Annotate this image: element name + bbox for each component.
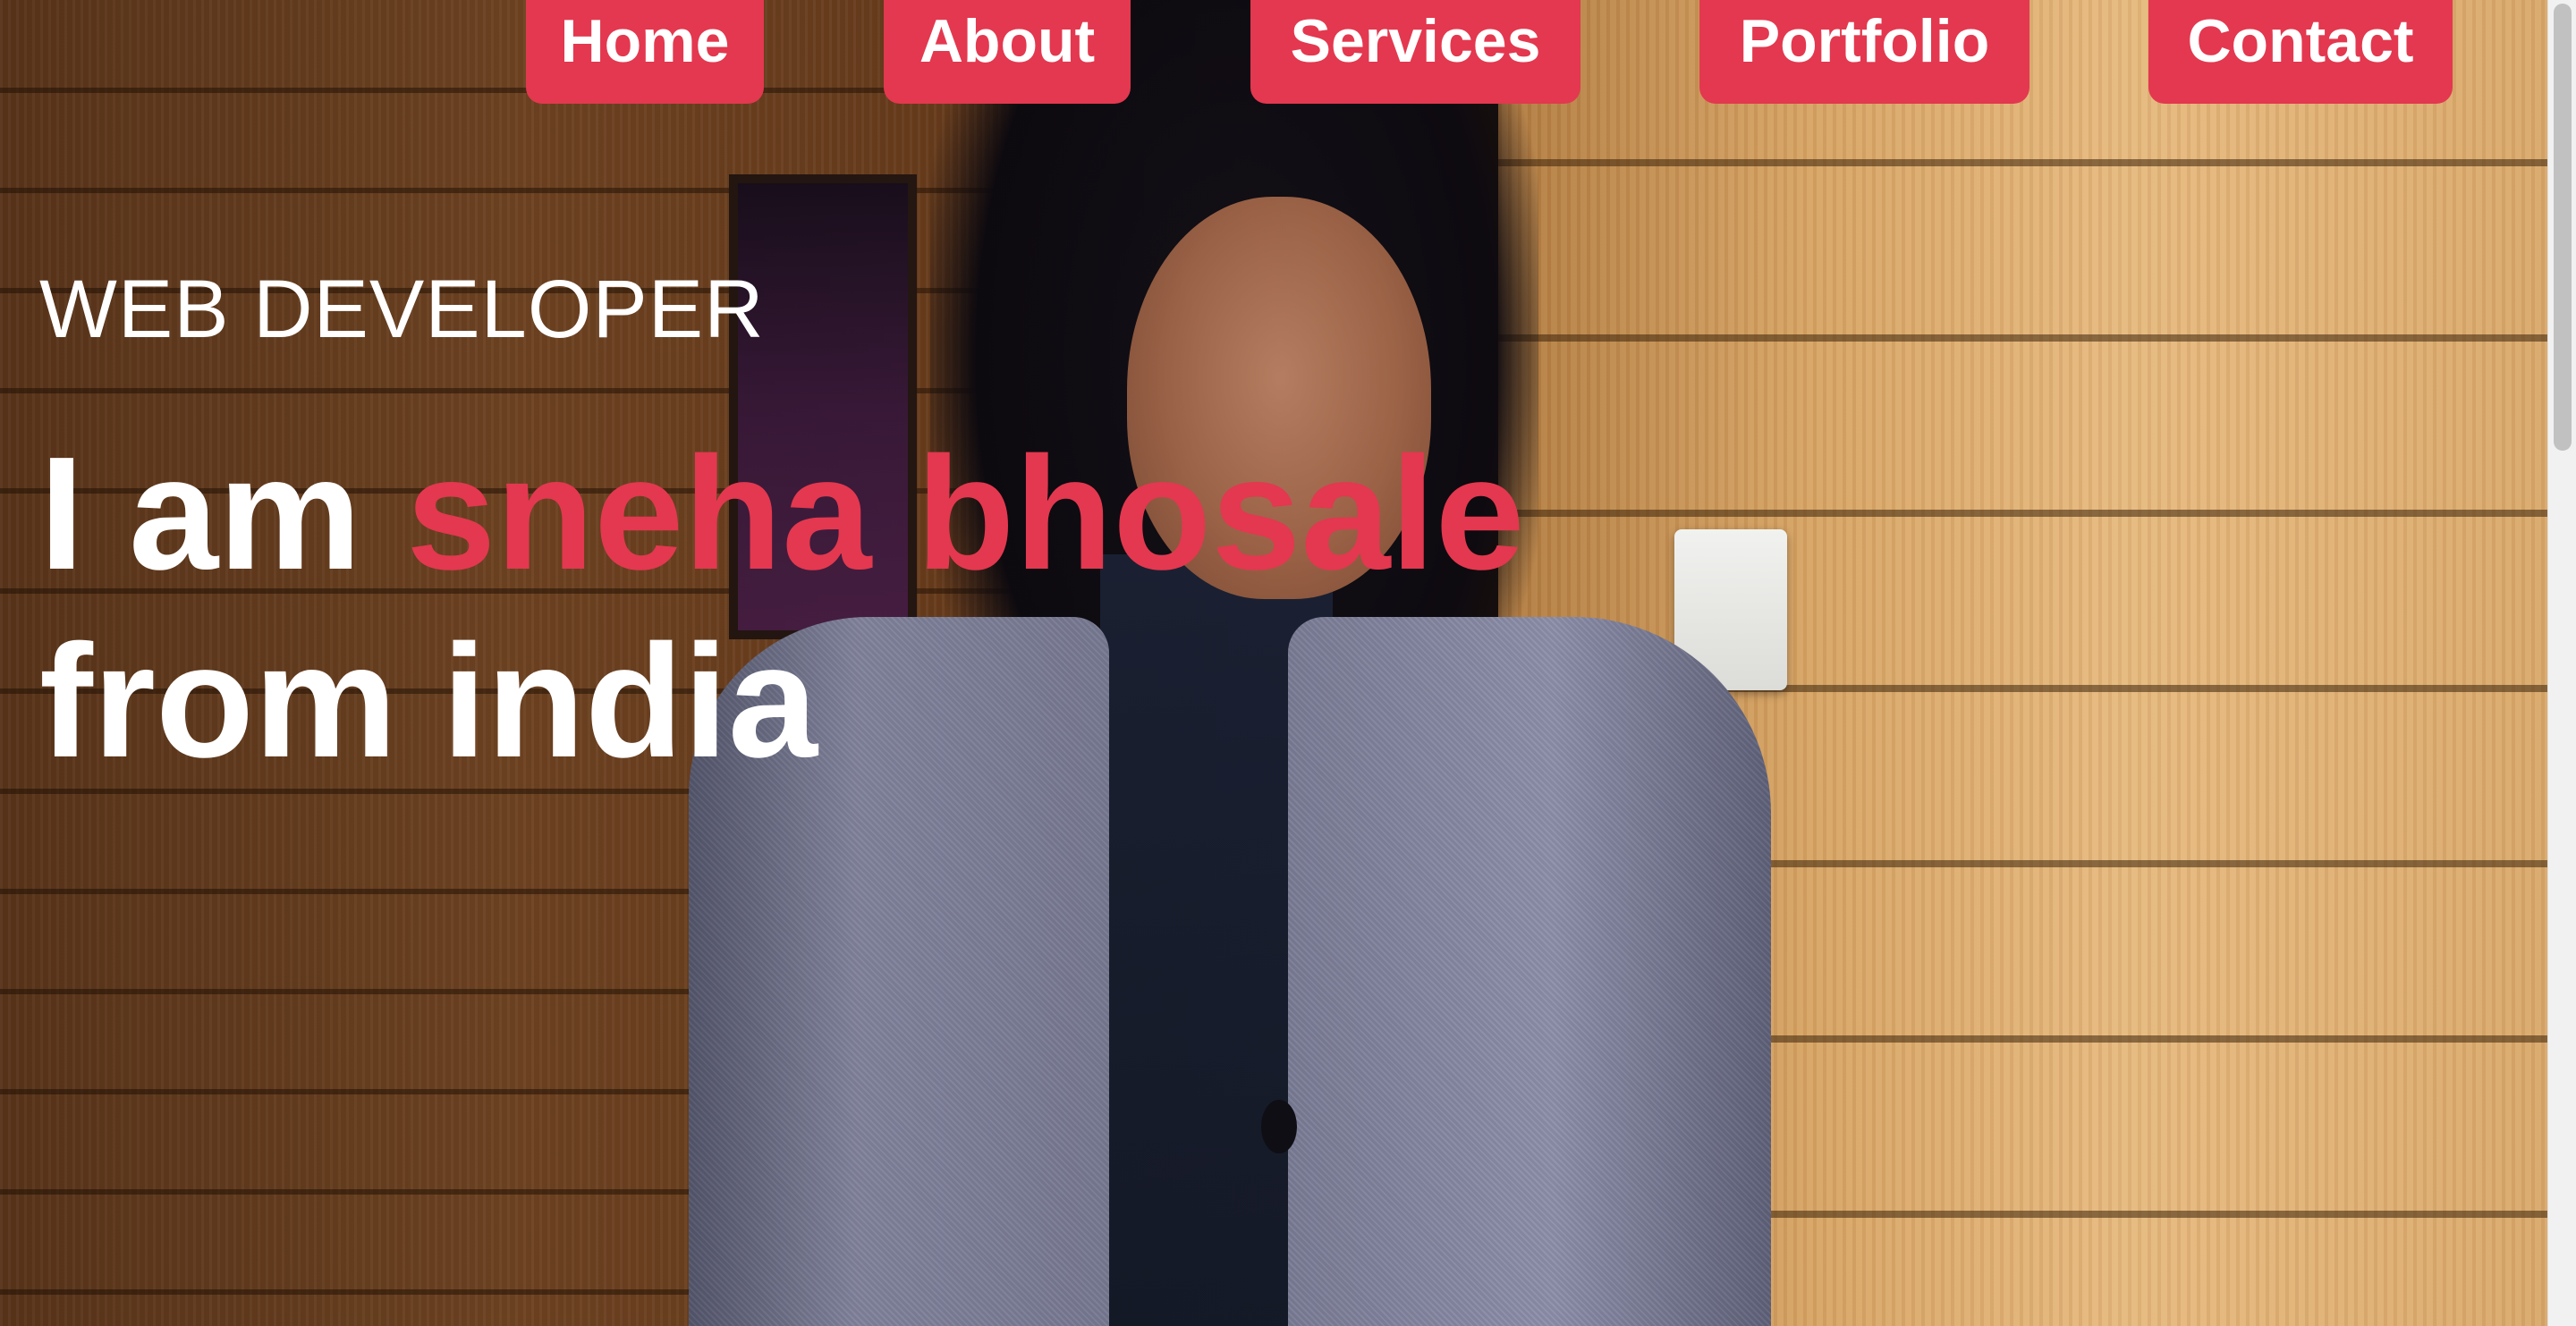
nav-home-button[interactable]: Home (526, 0, 764, 104)
main-navigation: Home About Services Portfolio Contact (0, 0, 2547, 107)
hero-intro-prefix: I am (39, 424, 407, 604)
nav-services-button[interactable]: Services (1250, 0, 1580, 104)
hero-intro-suffix: from india (39, 612, 818, 791)
nav-about-button[interactable]: About (884, 0, 1131, 104)
hero-role: WEB DEVELOPER (39, 264, 765, 355)
scrollbar-thumb[interactable] (2554, 4, 2572, 451)
page-scrollbar[interactable] (2547, 0, 2576, 1326)
hero-headline: I am sneha bhosale from india (39, 420, 1649, 796)
nav-portfolio-button[interactable]: Portfolio (1699, 0, 2029, 104)
hero-name: sneha bhosale (406, 424, 1525, 604)
nav-contact-button[interactable]: Contact (2148, 0, 2453, 104)
